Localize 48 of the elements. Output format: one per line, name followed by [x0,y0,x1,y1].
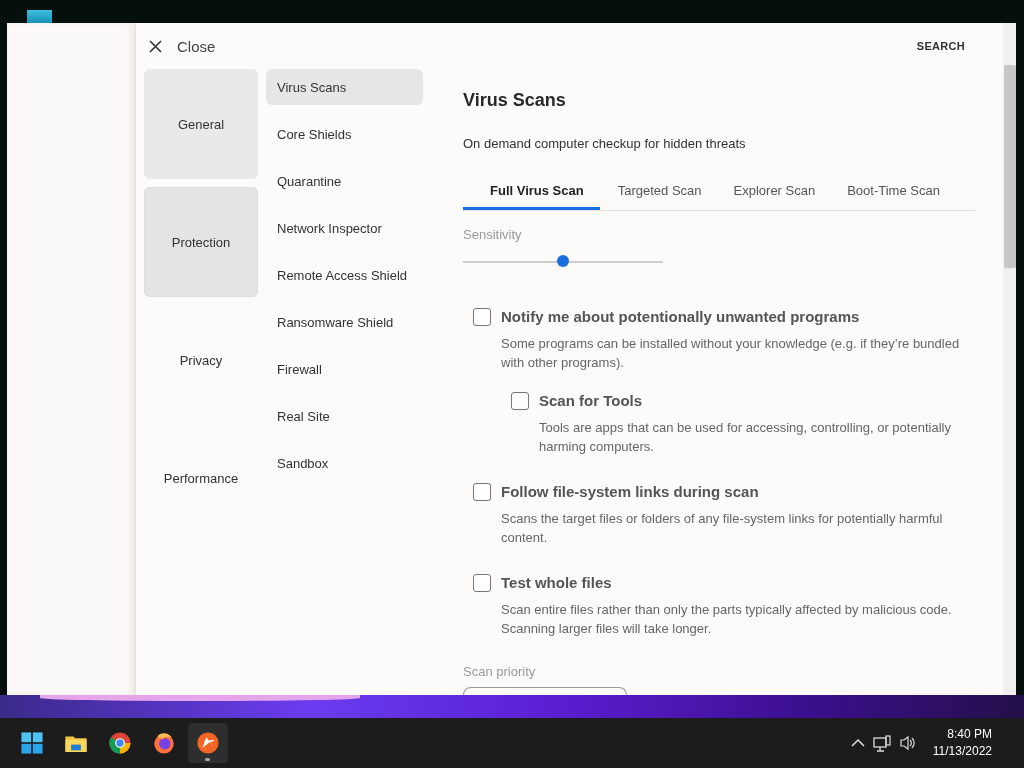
submenu-item[interactable]: Sandbox [266,445,423,481]
category-tab[interactable]: Performance [144,423,258,533]
volume-icon[interactable] [898,735,917,751]
tab[interactable]: Targeted Scan [617,172,716,210]
search-button[interactable]: SEARCH [910,39,971,53]
submenu-item[interactable]: Real Site [266,398,423,434]
windows-icon [19,730,45,756]
category-tab[interactable]: General [144,69,258,179]
chevron-up-icon[interactable] [850,738,865,748]
submenu-item[interactable]: Core Shields [266,116,423,152]
wheel-icon [107,730,133,756]
field-label: Scan priority [463,664,537,679]
submenu-item[interactable]: Remote Access Shield [266,257,423,293]
option-description: Some programs can be installed without your knowledge (e.g. if they’re bundled with other programs). [501,335,961,372]
taskbar-button[interactable] [188,723,228,763]
close-button[interactable]: Close [149,37,216,55]
category-tab[interactable]: Privacy [144,305,258,415]
swoosh-icon [195,730,221,756]
option-description: Scans the target files or folders of any file-system links for potentially harmful content. [501,510,944,547]
page-subtitle: On demand computer checkup for hidden threats [463,136,747,152]
option-label: Notify me about potentionally unwanted programs [501,307,860,327]
tab[interactable]: Explorer Scan [733,172,830,210]
option-label: Scan for Tools [539,391,643,411]
slider-label: Sensitivity [463,227,523,242]
scrollbar-thumb[interactable] [1003,65,1016,268]
submenu-item[interactable]: Network Inspector [266,210,423,246]
tab[interactable]: Boot-Time Scan [847,172,954,210]
option-label: Follow file-system links during scan [501,482,759,502]
option-label: Test whole files [501,573,612,593]
option-description: Scan entire files rather than only the parts typically affected by malicious code. Scanning larger files will take longer. [501,601,953,638]
tab[interactable]: Full Virus Scan [463,172,600,210]
submenu-item[interactable]: Firewall [266,351,423,387]
option-description: Tools are apps that can be used for accessing, controlling, or potentially harming computers. [539,419,952,456]
checkbox[interactable] [473,308,491,326]
slider-thumb[interactable] [557,255,569,267]
close-icon [149,39,162,53]
checkbox[interactable] [511,392,529,410]
checkbox[interactable] [473,574,491,592]
clock-time[interactable]: 8:40 PM [947,726,992,743]
network-icon[interactable] [872,734,891,752]
category-tab[interactable]: Protection [144,187,258,297]
globe-icon [151,730,177,756]
clock-date[interactable]: 11/13/2022 [932,743,992,760]
submenu-item[interactable]: Ransomware Shield [266,304,423,340]
page-title: Virus Scans [463,89,567,111]
checkbox[interactable] [473,483,491,501]
submenu-item[interactable]: Virus Scans [266,69,423,105]
submenu-item[interactable]: Quarantine [266,163,423,199]
